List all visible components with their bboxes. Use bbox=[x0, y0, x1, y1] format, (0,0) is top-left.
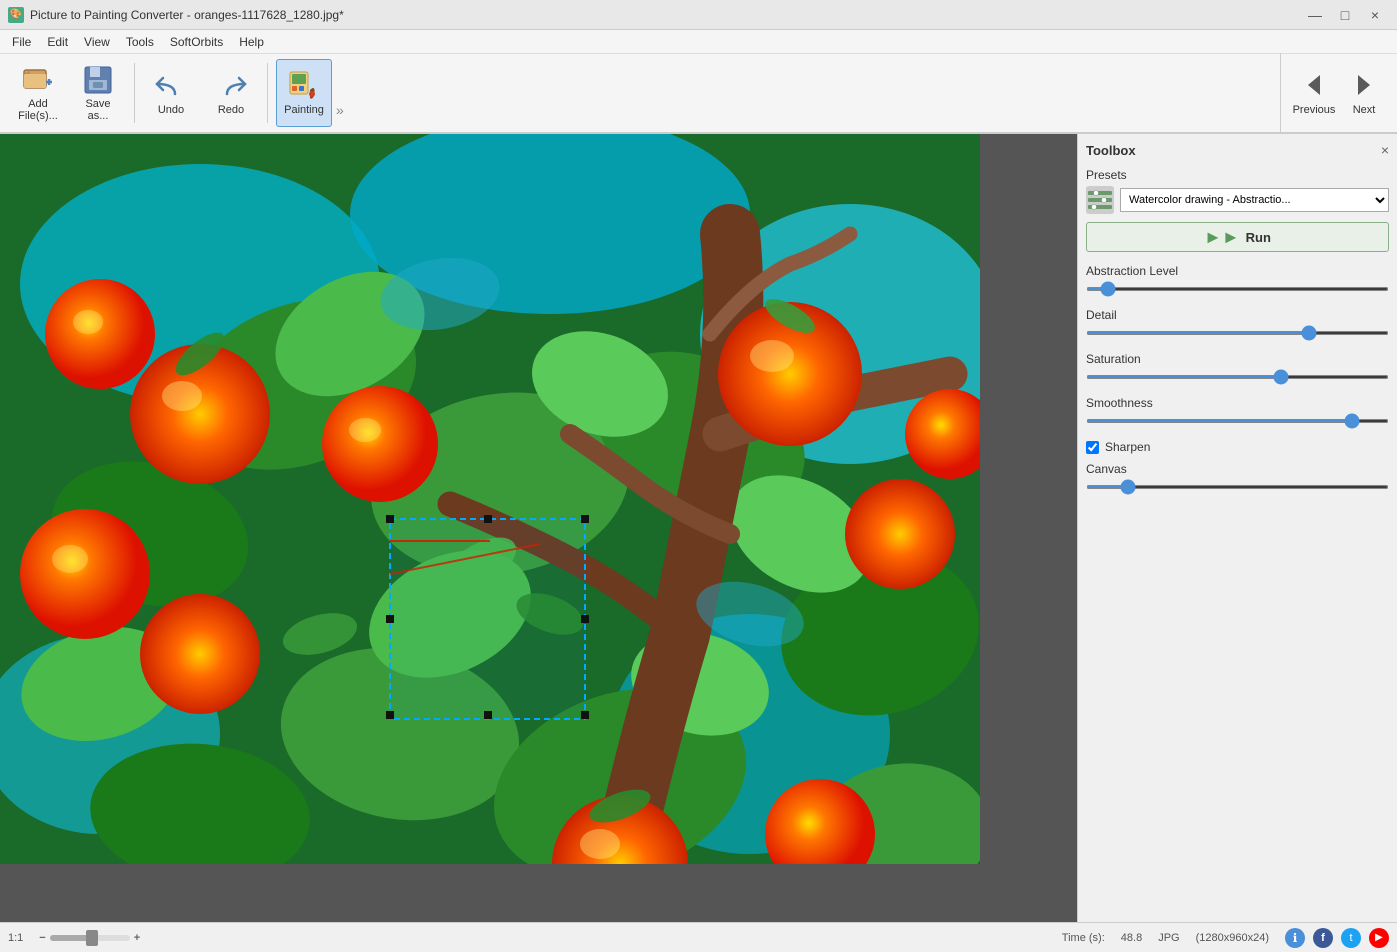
detail-slider-section: Detail bbox=[1086, 308, 1389, 344]
minimize-button[interactable]: — bbox=[1301, 1, 1329, 29]
toolbox-close-button[interactable]: × bbox=[1381, 142, 1389, 158]
window-title: Picture to Painting Converter - oranges-… bbox=[30, 8, 344, 22]
menu-file[interactable]: File bbox=[4, 33, 39, 51]
canvas-slider[interactable] bbox=[1086, 485, 1389, 489]
menu-view[interactable]: View bbox=[76, 33, 118, 51]
toolbar: Add File(s)... Save as... Undo bbox=[0, 54, 1397, 134]
presets-label: Presets bbox=[1086, 168, 1389, 182]
toolbar-main-group: Add File(s)... Save as... Undo bbox=[8, 58, 346, 128]
close-button[interactable]: × bbox=[1361, 1, 1389, 29]
menu-help[interactable]: Help bbox=[231, 33, 272, 51]
redo-button[interactable]: Redo bbox=[203, 59, 259, 127]
menu-softorbits[interactable]: SoftOrbits bbox=[162, 33, 231, 51]
canvas-label: Canvas bbox=[1086, 462, 1389, 476]
next-button[interactable]: Next bbox=[1339, 59, 1389, 127]
save-as-button[interactable]: Save as... bbox=[70, 59, 126, 127]
run-button[interactable]: ►► Run bbox=[1086, 222, 1389, 252]
next-label: Next bbox=[1353, 104, 1376, 116]
run-label: Run bbox=[1246, 230, 1271, 245]
menu-edit[interactable]: Edit bbox=[39, 33, 76, 51]
smoothness-slider[interactable] bbox=[1086, 419, 1389, 423]
previous-button[interactable]: Previous bbox=[1289, 59, 1339, 127]
zoom-thumb[interactable] bbox=[86, 930, 98, 946]
presets-icon bbox=[1086, 186, 1114, 214]
zoom-fill bbox=[50, 935, 90, 941]
zoom-in-icon[interactable]: + bbox=[134, 932, 140, 944]
status-bar: 1:1 − + Time (s): 48.8 JPG (1280x960x24)… bbox=[0, 922, 1397, 952]
abstraction-label: Abstraction Level bbox=[1086, 264, 1389, 278]
window-controls: — □ × bbox=[1301, 1, 1389, 29]
previous-icon bbox=[1300, 71, 1328, 102]
painting-button[interactable]: Painting bbox=[276, 59, 332, 127]
app-icon: 🎨 bbox=[8, 7, 24, 23]
smoothness-slider-section: Smoothness bbox=[1086, 396, 1389, 432]
social-icons: ℹ f t ▶ bbox=[1285, 928, 1389, 948]
abstraction-slider-section: Abstraction Level bbox=[1086, 264, 1389, 300]
canvas-area[interactable] bbox=[0, 134, 1077, 922]
undo-label: Undo bbox=[158, 104, 184, 116]
file-format: JPG bbox=[1158, 932, 1179, 944]
title-bar: 🎨 Picture to Painting Converter - orange… bbox=[0, 0, 1397, 30]
youtube-icon[interactable]: ▶ bbox=[1369, 928, 1389, 948]
save-as-label: Save as... bbox=[85, 98, 110, 122]
abstraction-slider[interactable] bbox=[1086, 287, 1389, 291]
undo-button[interactable]: Undo bbox=[143, 59, 199, 127]
nav-buttons: Previous Next bbox=[1280, 53, 1389, 133]
time-value: 48.8 bbox=[1121, 932, 1142, 944]
smoothness-label: Smoothness bbox=[1086, 396, 1389, 410]
zoom-out-icon[interactable]: − bbox=[39, 932, 45, 944]
saturation-slider-section: Saturation bbox=[1086, 352, 1389, 388]
zoom-track bbox=[50, 935, 130, 941]
redo-label: Redo bbox=[218, 104, 244, 116]
toolbox-panel: Toolbox × Presets Watercolor bbox=[1077, 134, 1397, 922]
twitter-icon[interactable]: t bbox=[1341, 928, 1361, 948]
info-icon[interactable]: ℹ bbox=[1285, 928, 1305, 948]
saturation-label: Saturation bbox=[1086, 352, 1389, 366]
zoom-control: − + bbox=[39, 932, 140, 944]
detail-slider[interactable] bbox=[1086, 331, 1389, 335]
time-label: Time (s): bbox=[1062, 932, 1105, 944]
save-icon bbox=[82, 64, 114, 96]
run-arrow-icon: ►► bbox=[1204, 227, 1240, 248]
status-info: Time (s): 48.8 JPG (1280x960x24) ℹ f t ▶ bbox=[1062, 928, 1389, 948]
main-content: Toolbox × Presets Watercolor bbox=[0, 134, 1397, 922]
toolbar-sep-1 bbox=[134, 63, 135, 123]
zoom-level: 1:1 bbox=[8, 932, 23, 944]
toolbar-sep-2 bbox=[267, 63, 268, 123]
toolbox-title: Toolbox bbox=[1086, 143, 1136, 158]
previous-label: Previous bbox=[1293, 104, 1336, 116]
add-files-label: Add File(s)... bbox=[18, 98, 58, 122]
canvas-image bbox=[0, 134, 980, 864]
undo-icon bbox=[155, 70, 187, 102]
redo-icon bbox=[215, 70, 247, 102]
detail-label: Detail bbox=[1086, 308, 1389, 322]
sharpen-row: Sharpen bbox=[1086, 440, 1389, 454]
next-icon bbox=[1350, 71, 1378, 102]
canvas-section: Canvas bbox=[1086, 462, 1389, 498]
sharpen-checkbox[interactable] bbox=[1086, 441, 1099, 454]
image-dimensions: (1280x960x24) bbox=[1196, 932, 1269, 944]
presets-section: Presets Watercolor drawing - Abstractio.… bbox=[1086, 168, 1389, 252]
add-files-icon bbox=[22, 64, 54, 96]
zoom-section: 1:1 bbox=[8, 932, 23, 944]
sharpen-label[interactable]: Sharpen bbox=[1105, 440, 1150, 454]
menu-bar: File Edit View Tools SoftOrbits Help bbox=[0, 30, 1397, 54]
facebook-icon[interactable]: f bbox=[1313, 928, 1333, 948]
toolbar-more: » bbox=[336, 102, 344, 126]
add-files-button[interactable]: Add File(s)... bbox=[10, 59, 66, 127]
presets-row: Watercolor drawing - Abstractio... Oil p… bbox=[1086, 186, 1389, 214]
painting-icon bbox=[288, 70, 320, 102]
saturation-slider[interactable] bbox=[1086, 375, 1389, 379]
maximize-button[interactable]: □ bbox=[1331, 1, 1359, 29]
painting-label: Painting bbox=[284, 104, 324, 116]
menu-tools[interactable]: Tools bbox=[118, 33, 162, 51]
toolbox-header: Toolbox × bbox=[1086, 142, 1389, 158]
preset-dropdown[interactable]: Watercolor drawing - Abstractio... Oil p… bbox=[1120, 188, 1389, 212]
